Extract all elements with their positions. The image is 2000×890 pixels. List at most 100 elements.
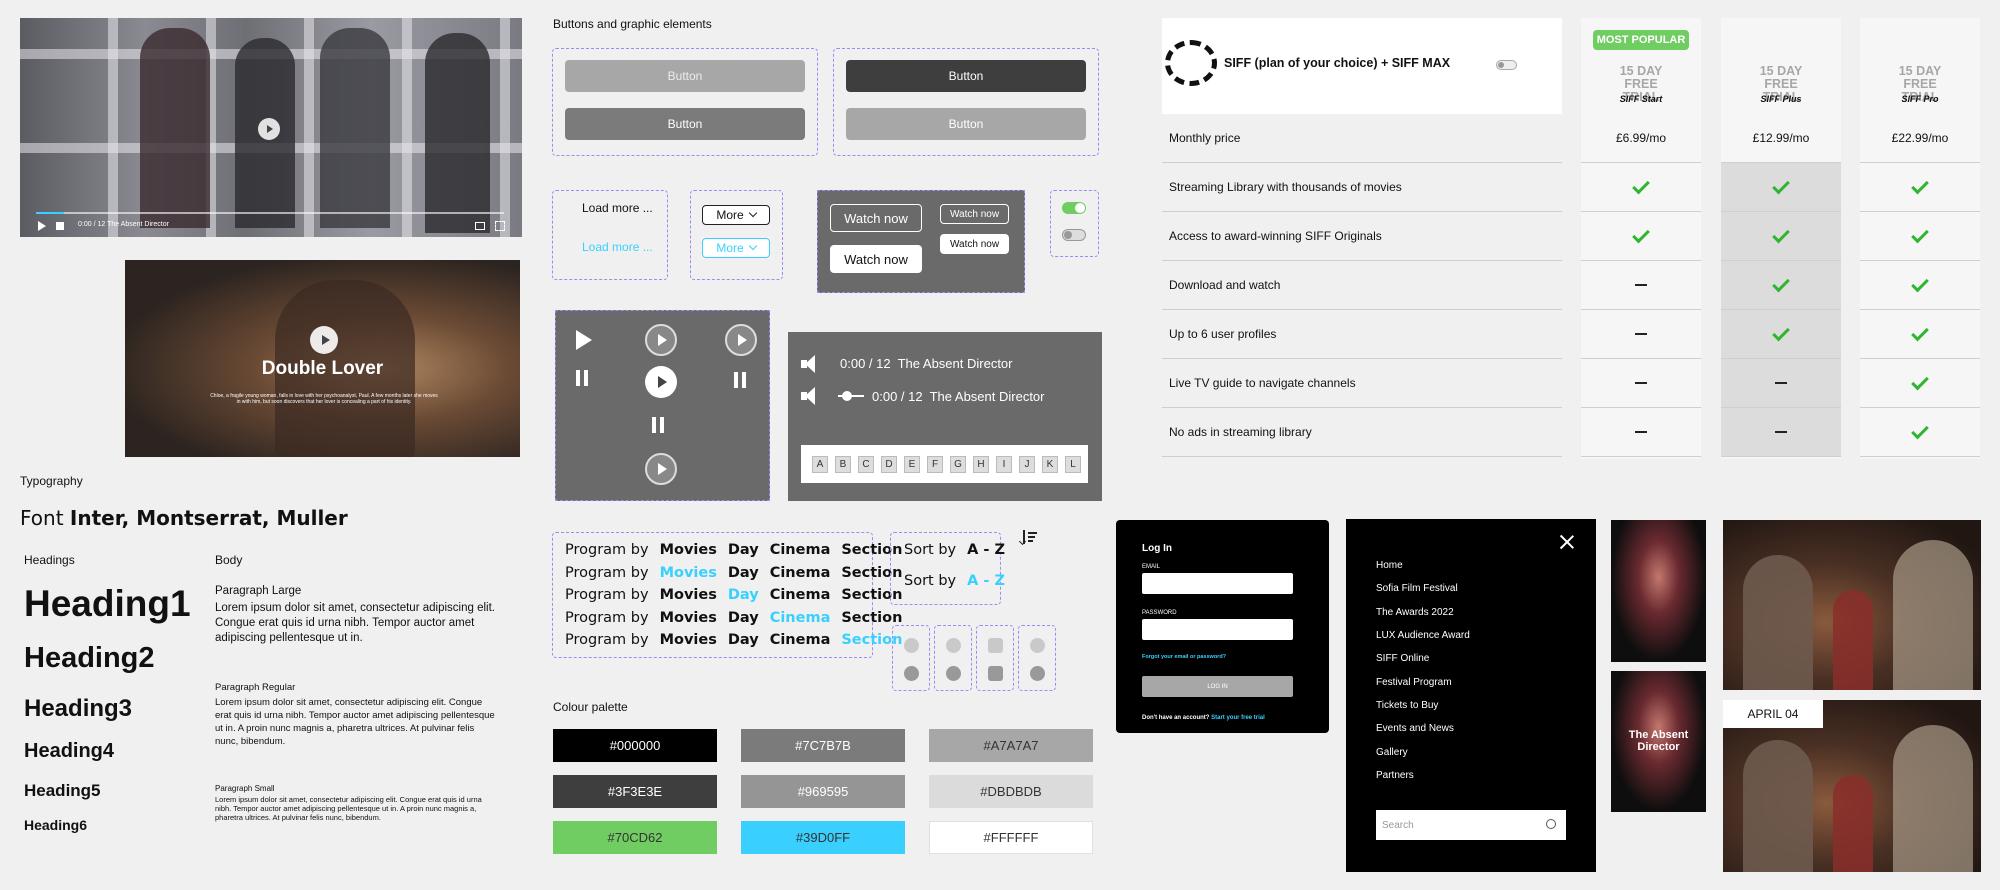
still-image[interactable]: [1723, 520, 1981, 690]
watch-now-outline[interactable]: Watch now: [830, 204, 922, 232]
dash-icon: [1775, 431, 1787, 433]
menu-item-lux-audience-award[interactable]: LUX Audience Award: [1376, 624, 1556, 647]
toggle-on[interactable]: [1062, 202, 1086, 214]
most-popular-badge: MOST POPULAR: [1593, 30, 1689, 50]
video-player[interactable]: 0:00 / 12 The Absent Director: [20, 18, 522, 237]
volume-icon[interactable]: [801, 387, 821, 405]
search-field[interactable]: Search: [1376, 810, 1566, 840]
letter-filter-h[interactable]: H: [973, 455, 989, 473]
button-primary-hover[interactable]: Button: [846, 108, 1086, 140]
program-option-movies[interactable]: Movies: [660, 542, 717, 558]
progress-bar[interactable]: [36, 212, 504, 214]
menu-item-events-and-news[interactable]: Events and News: [1376, 717, 1556, 740]
youtube-icon[interactable]: [1030, 666, 1045, 681]
button-primary[interactable]: Button: [846, 60, 1086, 92]
load-more-link[interactable]: Load more ...: [582, 201, 653, 215]
program-option-day[interactable]: Day: [728, 565, 759, 581]
play-button-grey[interactable]: [645, 324, 677, 356]
menu-item-gallery[interactable]: Gallery: [1376, 740, 1556, 763]
play-button[interactable]: [258, 118, 280, 140]
login-button[interactable]: LOG IN: [1142, 676, 1293, 697]
menu-item-home[interactable]: Home: [1376, 554, 1556, 577]
program-option-cinema[interactable]: Cinema: [770, 632, 831, 648]
sort-descending-icon[interactable]: [1018, 530, 1038, 546]
more-dropdown-hover[interactable]: More: [702, 238, 770, 258]
password-field[interactable]: [1142, 619, 1293, 640]
instagram-icon[interactable]: [988, 638, 1003, 653]
pause-icon[interactable]: [734, 372, 746, 388]
play-button[interactable]: [310, 326, 338, 354]
program-option-movies[interactable]: Movies: [660, 632, 717, 648]
siff-max-toggle[interactable]: [1496, 60, 1517, 70]
email-field[interactable]: [1142, 573, 1293, 594]
facebook-icon[interactable]: [904, 638, 919, 653]
watch-now-outline-small[interactable]: Watch now: [940, 204, 1009, 224]
toggle-off[interactable]: [1062, 229, 1086, 241]
program-option-cinema[interactable]: Cinema: [770, 565, 831, 581]
play-icon[interactable]: [38, 221, 46, 231]
film-card[interactable]: Double Lover Chloe, a fragile young woma…: [125, 260, 520, 457]
twitter-icon[interactable]: [946, 638, 961, 653]
instagram-icon[interactable]: [988, 666, 1003, 681]
poster-card[interactable]: The Absent Director: [1611, 671, 1706, 812]
program-option-section[interactable]: Section: [841, 610, 902, 626]
free-trial-link[interactable]: Start your free trial: [1211, 715, 1265, 721]
play-button-grey[interactable]: [725, 324, 757, 356]
letter-filter-j[interactable]: J: [1019, 455, 1035, 473]
checkmark-icon: [1772, 323, 1790, 341]
sort-row-hover[interactable]: Sort by A - Z: [904, 570, 1005, 593]
program-option-cinema[interactable]: Cinema: [770, 610, 831, 626]
program-option-day[interactable]: Day: [728, 610, 759, 626]
chevron-down-icon: [748, 208, 757, 218]
forgot-link[interactable]: Forgot your email or password?: [1142, 654, 1226, 660]
program-option-movies[interactable]: Movies: [660, 565, 717, 581]
menu-item-sofia-film-festival[interactable]: Sofia Film Festival: [1376, 577, 1556, 600]
pause-icon[interactable]: [576, 370, 588, 386]
play-button-white[interactable]: [645, 366, 677, 398]
program-option-movies[interactable]: Movies: [660, 587, 717, 603]
letter-filter-c[interactable]: C: [858, 455, 874, 473]
letter-filter-i[interactable]: I: [996, 455, 1012, 473]
menu-item-siff-online[interactable]: SIFF Online: [1376, 647, 1556, 670]
fullscreen-icon[interactable]: [495, 221, 505, 231]
letter-filter-e[interactable]: E: [904, 455, 920, 473]
letter-filter-d[interactable]: D: [881, 455, 897, 473]
close-icon[interactable]: [1559, 535, 1574, 549]
program-option-day[interactable]: Day: [728, 542, 759, 558]
program-option-day[interactable]: Day: [728, 632, 759, 648]
watch-now-solid-small[interactable]: Watch now: [940, 234, 1009, 254]
search-icon[interactable]: [1546, 819, 1556, 829]
pause-icon[interactable]: [652, 417, 664, 433]
menu-item-tickets-to-buy[interactable]: Tickets to Buy: [1376, 694, 1556, 717]
volume-slider[interactable]: [838, 391, 864, 401]
button-secondary[interactable]: Button: [565, 108, 805, 140]
button-disabled[interactable]: Button: [565, 60, 805, 92]
menu-item-partners[interactable]: Partners: [1376, 764, 1556, 787]
youtube-icon[interactable]: [1030, 638, 1045, 653]
letter-filter-f[interactable]: F: [927, 455, 943, 473]
letter-filter-a[interactable]: A: [812, 455, 828, 473]
play-button-grey[interactable]: [645, 453, 677, 485]
still-card[interactable]: APRIL 04: [1723, 700, 1981, 872]
letter-filter-g[interactable]: G: [950, 455, 966, 473]
facebook-icon[interactable]: [904, 666, 919, 681]
volume-icon[interactable]: [56, 222, 64, 230]
sort-row[interactable]: Sort by A - Z: [904, 539, 1005, 562]
load-more-link-hover[interactable]: Load more ...: [582, 240, 653, 254]
subtitles-icon[interactable]: [475, 222, 485, 230]
program-option-cinema[interactable]: Cinema: [770, 542, 831, 558]
letter-filter-b[interactable]: B: [835, 455, 851, 473]
twitter-icon[interactable]: [946, 666, 961, 681]
menu-item-festival-program[interactable]: Festival Program: [1376, 670, 1556, 693]
watch-now-solid[interactable]: Watch now: [830, 245, 922, 273]
letter-filter-l[interactable]: L: [1065, 455, 1081, 473]
program-option-movies[interactable]: Movies: [660, 610, 717, 626]
more-dropdown[interactable]: More: [702, 205, 770, 225]
poster-image[interactable]: [1611, 520, 1706, 662]
program-option-cinema[interactable]: Cinema: [770, 587, 831, 603]
play-icon[interactable]: [576, 330, 592, 350]
menu-item-the-awards-2022[interactable]: The Awards 2022: [1376, 601, 1556, 624]
volume-icon[interactable]: [801, 355, 821, 373]
program-option-day[interactable]: Day: [728, 587, 759, 603]
letter-filter-k[interactable]: K: [1042, 455, 1058, 473]
